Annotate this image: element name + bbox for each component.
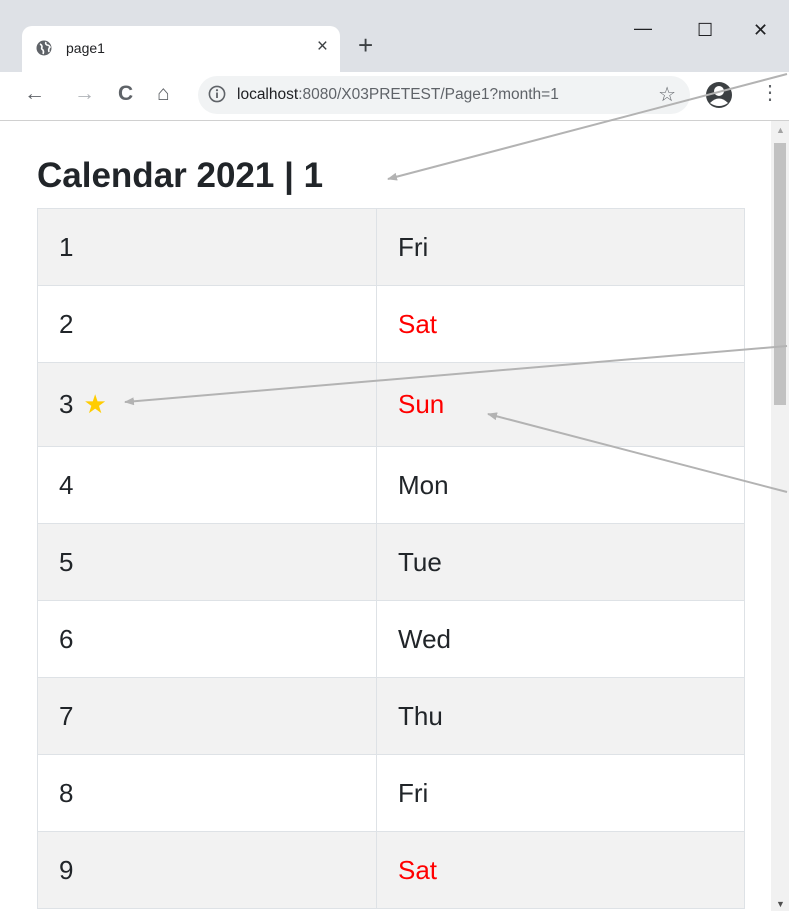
weekday-label: Sat: [398, 854, 438, 885]
url-host: localhost: [237, 86, 299, 103]
page-viewport: Calendar 2021 | 1 1 Fri 2 Sat 3 ★ Sun 4 Mon 5 Tue 6…: [0, 121, 771, 911]
day-number: 1: [59, 231, 74, 262]
day-number: 6: [59, 623, 74, 654]
home-icon[interactable]: ⌂: [157, 82, 170, 106]
day-number: 3: [59, 389, 74, 419]
tab-title: page1: [66, 40, 105, 56]
address-bar[interactable]: localhost:8080/X03PRETEST/Page1?month=1 …: [198, 76, 690, 114]
day-cell: 5: [37, 523, 377, 601]
day-number: 9: [59, 854, 74, 885]
day-cell: 9: [37, 831, 377, 909]
forward-icon[interactable]: →: [74, 82, 95, 106]
day-number: 5: [59, 546, 74, 577]
url-path: :8080/X03PRETEST/Page1?month=1: [298, 86, 559, 103]
browser-toolbar: ← → C ⌂ localhost:8080/X03PRETEST/Page1?…: [0, 72, 789, 121]
weekday-cell: Tue: [376, 523, 745, 601]
tab-close-icon[interactable]: ×: [317, 36, 328, 58]
weekday-cell: Mon: [376, 446, 745, 524]
scroll-thumb[interactable]: [774, 143, 786, 405]
weekday-label: Wed: [398, 623, 451, 654]
page-title: Calendar 2021 | 1: [37, 156, 324, 195]
info-icon[interactable]: [208, 85, 226, 103]
globe-icon: [36, 40, 52, 56]
weekday-label: Fri: [398, 777, 429, 808]
table-row: 1 Fri: [37, 208, 745, 286]
table-row: 6 Wed: [37, 600, 745, 678]
day-cell: 3 ★: [37, 362, 377, 447]
day-cell: 1: [37, 208, 377, 286]
weekday-cell: Thu: [376, 677, 745, 755]
day-cell: 6: [37, 600, 377, 678]
back-icon[interactable]: ←: [24, 82, 45, 106]
table-row: 3 ★ Sun: [37, 362, 745, 447]
weekday-cell: Sat: [376, 285, 745, 363]
close-window-icon[interactable]: ✕: [753, 20, 768, 41]
weekday-label: Tue: [398, 546, 442, 577]
profile-icon[interactable]: [704, 80, 734, 110]
tab-strip: page1 × + — ☐ ✕: [0, 0, 789, 72]
weekday-cell: Sat: [376, 831, 745, 909]
table-row: 9 Sat: [37, 831, 745, 909]
menu-icon[interactable]: ⋮: [760, 81, 780, 105]
vertical-scrollbar[interactable]: ▲ ▼: [771, 121, 789, 911]
scroll-down-icon[interactable]: ▼: [776, 899, 785, 909]
weekday-label: Thu: [398, 700, 443, 731]
maximize-icon[interactable]: ☐: [697, 20, 713, 41]
table-row: 5 Tue: [37, 523, 745, 601]
day-cell: 8: [37, 754, 377, 832]
minimize-icon[interactable]: —: [634, 18, 652, 39]
scroll-up-icon[interactable]: ▲: [776, 125, 785, 135]
weekday-label: Mon: [398, 469, 449, 500]
weekday-label: Sun: [398, 389, 445, 419]
weekday-cell: Fri: [376, 754, 745, 832]
day-number: 7: [59, 700, 74, 731]
reload-icon[interactable]: C: [118, 82, 133, 106]
weekday-label: Sat: [398, 308, 438, 339]
table-row: 4 Mon: [37, 446, 745, 524]
day-cell: 2: [37, 285, 377, 363]
bookmark-star-icon[interactable]: ☆: [658, 82, 676, 107]
weekday-cell: Wed: [376, 600, 745, 678]
url-text[interactable]: localhost:8080/X03PRETEST/Page1?month=1: [237, 86, 559, 104]
browser-tab[interactable]: page1 ×: [22, 26, 340, 72]
new-tab-button[interactable]: +: [358, 32, 373, 58]
weekday-cell: Fri: [376, 208, 745, 286]
weekday-cell: Sun: [376, 362, 745, 447]
table-row: 8 Fri: [37, 754, 745, 832]
table-row: 7 Thu: [37, 677, 745, 755]
star-icon: ★: [83, 389, 107, 419]
day-cell: 7: [37, 677, 377, 755]
calendar-table: 1 Fri 2 Sat 3 ★ Sun 4 Mon 5 Tue 6 Wed 7 Thu 8 Fri 9 Sat: [37, 208, 745, 909]
weekday-label: Fri: [398, 231, 429, 262]
day-number: 8: [59, 777, 74, 808]
day-number: 2: [59, 308, 74, 339]
day-cell: 4: [37, 446, 377, 524]
table-row: 2 Sat: [37, 285, 745, 363]
day-number: 4: [59, 469, 74, 500]
